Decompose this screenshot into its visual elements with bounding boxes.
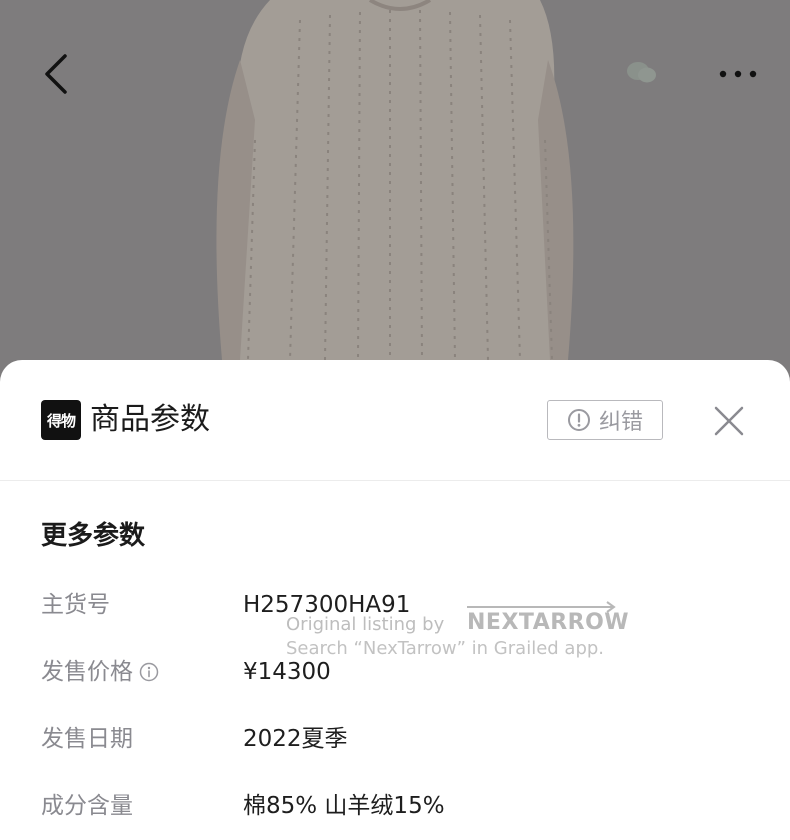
param-value-sku: H257300HA91 <box>243 592 411 618</box>
exclamation-circle-icon <box>567 409 590 431</box>
close-button[interactable] <box>706 398 752 444</box>
param-label-price: 发售价格 <box>41 652 159 692</box>
product-photo <box>0 0 790 400</box>
params-sheet: 得物 商品参数 纠错 更多参数 主货号 H257300HA91 发售价格 ¥14… <box>0 360 790 840</box>
section-title: 更多参数 <box>41 521 146 551</box>
param-label-text: 发售日期 <box>41 726 133 752</box>
param-label-text: 主货号 <box>41 592 110 618</box>
param-label-release-date: 发售日期 <box>41 719 133 759</box>
param-value-price: ¥14300 <box>243 659 331 685</box>
share-button[interactable] <box>618 56 666 90</box>
close-icon <box>714 406 744 436</box>
info-icon[interactable] <box>139 662 159 682</box>
back-button[interactable] <box>26 46 86 102</box>
brand-logo-text: 得物 <box>46 411 76 430</box>
brand-logo: 得物 <box>41 400 81 440</box>
param-label-composition: 成分含量 <box>41 786 133 826</box>
param-row: 发售日期 2022夏季 <box>0 719 790 759</box>
more-dots-icon <box>719 70 757 78</box>
sheet-title: 商品参数 <box>90 402 210 437</box>
param-row: 成分含量 棉85% 山羊绒15% <box>0 786 790 826</box>
sheet-header: 得物 商品参数 纠错 <box>0 360 790 481</box>
param-label-sku: 主货号 <box>41 585 110 625</box>
param-label-text: 成分含量 <box>41 793 133 819</box>
param-row: 主货号 H257300HA91 <box>0 585 790 625</box>
report-error-label: 纠错 <box>598 410 643 435</box>
param-value-composition: 棉85% 山羊绒15% <box>243 793 445 819</box>
wechat-icon <box>627 62 656 83</box>
more-button[interactable] <box>708 46 768 102</box>
param-row: 发售价格 ¥14300 <box>0 652 790 692</box>
param-value-release-date: 2022夏季 <box>243 726 348 752</box>
param-label-text: 发售价格 <box>41 659 133 685</box>
chevron-left-icon <box>45 54 67 94</box>
report-error-button[interactable]: 纠错 <box>547 400 663 440</box>
